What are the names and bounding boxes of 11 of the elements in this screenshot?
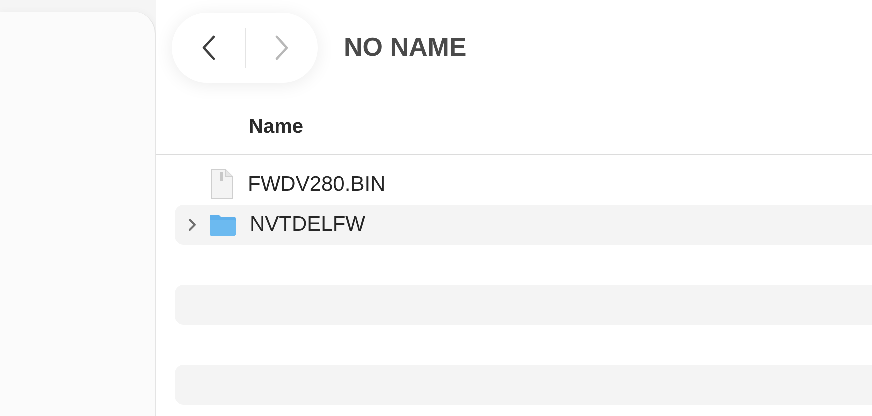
file-row[interactable]: NVTDELFW: [175, 205, 872, 245]
column-header[interactable]: Name: [249, 116, 304, 138]
file-name: NVTDELFW: [250, 213, 366, 237]
file-row[interactable]: FWDV280.BIN: [175, 165, 872, 205]
folder-icon: [209, 213, 237, 237]
disclosure-icon[interactable]: [188, 218, 196, 232]
chevron-right-icon: [274, 35, 288, 61]
document-icon: [209, 169, 235, 201]
chevron-left-icon: [202, 35, 216, 61]
window-title: NO NAME: [344, 32, 467, 62]
file-name: FWDV280.BIN: [248, 173, 386, 197]
